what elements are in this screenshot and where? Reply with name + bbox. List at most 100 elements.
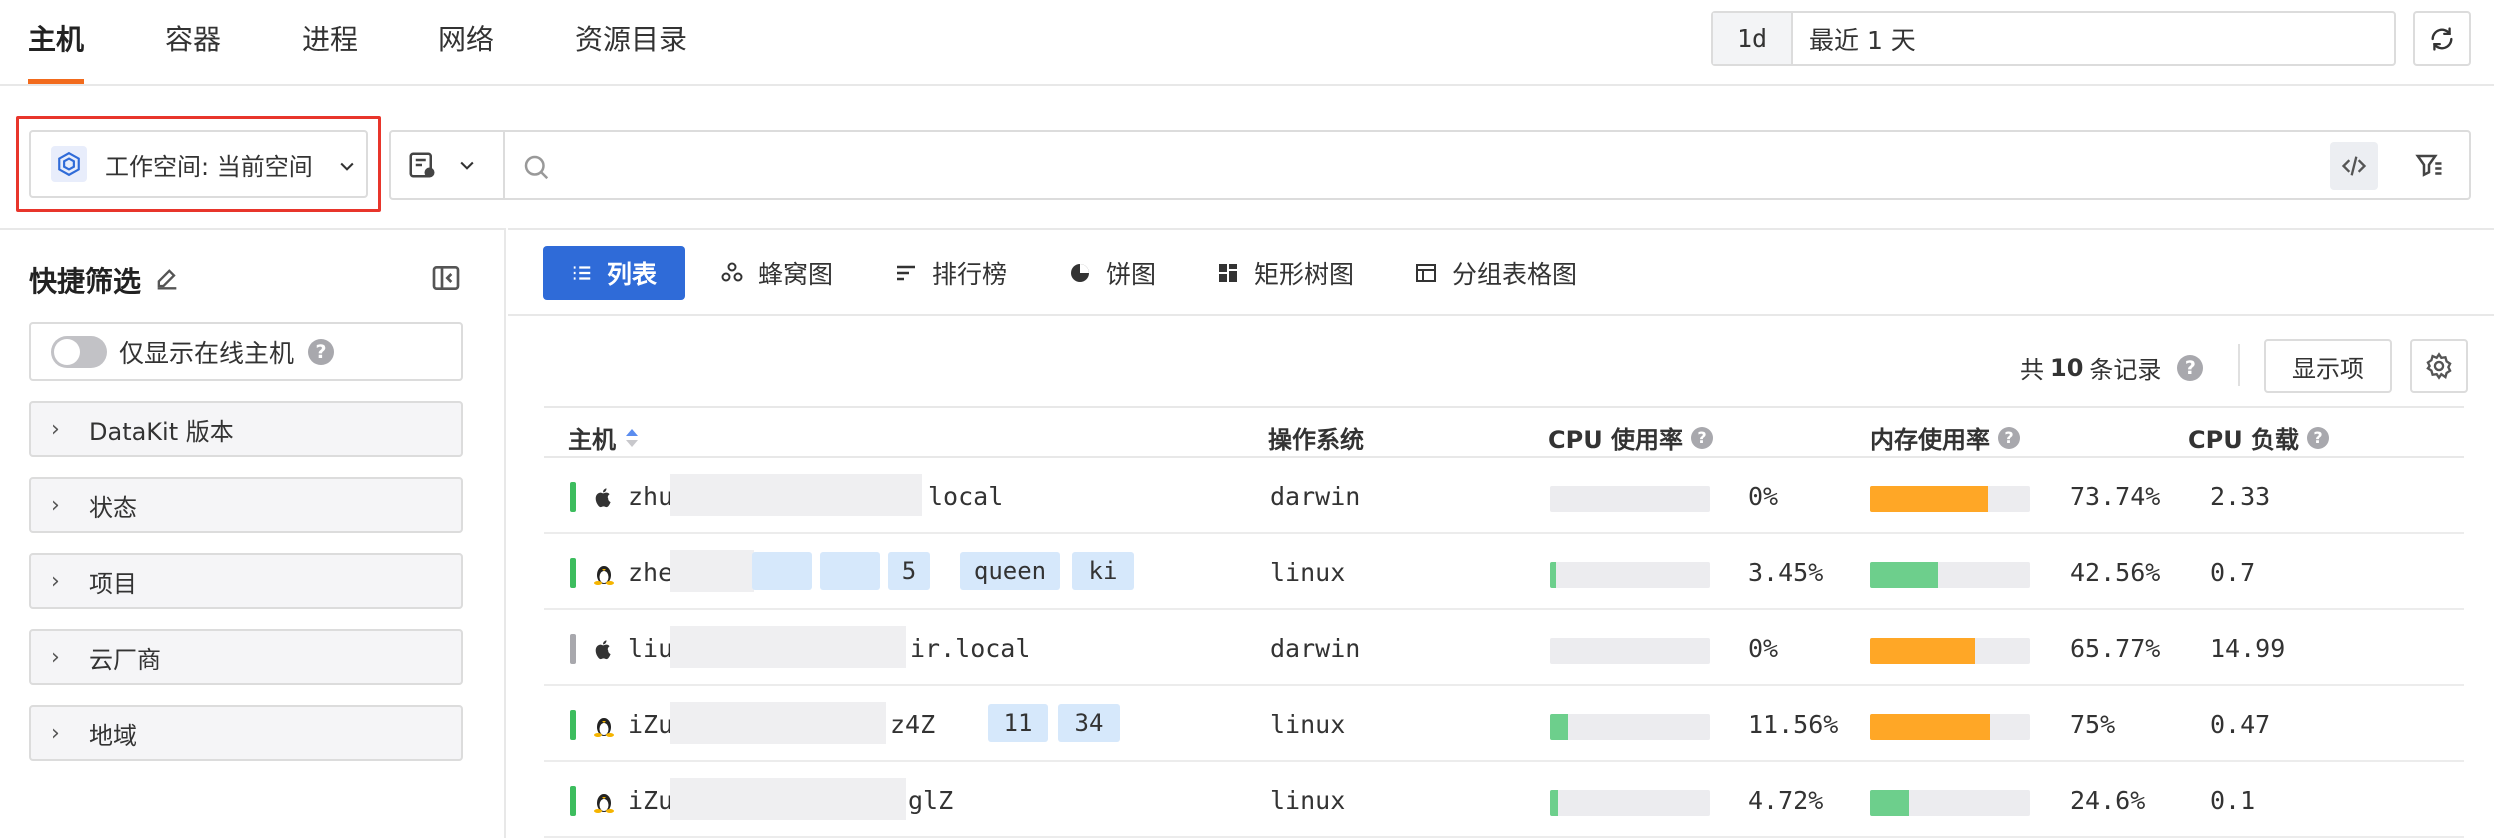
host-tag[interactable]: 34 bbox=[1058, 704, 1120, 742]
chevron-right-icon: › bbox=[51, 492, 60, 518]
host-tag[interactable]: 5 bbox=[888, 552, 930, 590]
view-tabs: 列表 蜂窝图 排行榜 饼图 矩形树图 分组表格图 bbox=[508, 228, 2494, 316]
refresh-icon bbox=[2431, 26, 2453, 51]
host-tag[interactable]: ki bbox=[1072, 552, 1134, 590]
help-icon[interactable]: ? bbox=[1998, 426, 2020, 449]
column-mem-usage[interactable]: 内存使用率 ? bbox=[1870, 420, 2020, 455]
apple-icon bbox=[592, 636, 616, 662]
column-cpu-usage[interactable]: CPU 使用率 ? bbox=[1548, 420, 1714, 455]
view-tab-honeycomb[interactable]: 蜂窝图 bbox=[720, 246, 833, 300]
host-name-prefix[interactable]: iZu bbox=[628, 710, 673, 739]
host-name-suffix[interactable]: ir.local bbox=[910, 634, 1030, 663]
table-row[interactable]: zhe 5 queen ki linux 3.45% 42.56% 0.7 bbox=[544, 534, 2464, 610]
view-tab-group-table[interactable]: 分组表格图 bbox=[1414, 246, 1577, 300]
summary-prefix: 共 bbox=[2020, 356, 2044, 384]
mem-usage-value: 42.56% bbox=[2070, 558, 2161, 587]
gear-icon bbox=[2426, 352, 2452, 380]
tab-resource-catalog[interactable]: 资源目录 bbox=[575, 18, 687, 84]
help-icon[interactable]: ? bbox=[1691, 426, 1714, 449]
cpu-usage-value: 0% bbox=[1748, 634, 1779, 663]
view-tab-label: 蜂窝图 bbox=[758, 260, 834, 289]
online-only-toggle[interactable] bbox=[51, 335, 107, 368]
tab-network[interactable]: 网络 bbox=[438, 18, 494, 84]
settings-button[interactable] bbox=[2410, 339, 2468, 393]
mem-usage-value: 75% bbox=[2070, 710, 2116, 739]
view-tab-treemap[interactable]: 矩形树图 bbox=[1216, 246, 1354, 300]
host-tag[interactable]: queen bbox=[960, 552, 1060, 590]
mem-usage-fill bbox=[1870, 714, 1990, 740]
query-doc-icon bbox=[409, 152, 435, 178]
table-row[interactable]: iZu z4Z 11 34 linux 11.56% 75% 0.47 bbox=[544, 686, 2464, 762]
filter-group-status[interactable]: › 状态 bbox=[29, 477, 463, 533]
view-tab-ranking[interactable]: 排行榜 bbox=[894, 246, 1007, 300]
saved-query-dropdown[interactable] bbox=[407, 146, 493, 186]
collapse-sidebar-button[interactable] bbox=[428, 260, 464, 296]
column-host[interactable]: 主机 bbox=[568, 420, 640, 455]
host-name-prefix[interactable]: liu bbox=[628, 634, 673, 663]
search-input[interactable] bbox=[561, 144, 2181, 188]
redacted-mask bbox=[670, 778, 906, 820]
os-value: darwin bbox=[1270, 482, 1361, 511]
host-tag[interactable]: 11 bbox=[988, 704, 1048, 742]
tab-container[interactable]: 容器 bbox=[165, 18, 221, 84]
linux-icon bbox=[592, 712, 616, 738]
cpu-usage-bar bbox=[1550, 486, 1710, 512]
host-name-prefix[interactable]: zhe bbox=[628, 558, 673, 587]
column-cpu-load[interactable]: CPU 负载 ? bbox=[2188, 420, 2330, 455]
mem-usage-bar bbox=[1870, 562, 2030, 588]
time-range-picker[interactable]: 1d 最近 1 天 bbox=[1711, 11, 2396, 66]
filter-group-datakit-version[interactable]: › DataKit 版本 bbox=[29, 401, 463, 457]
cpu-usage-fill bbox=[1550, 790, 1558, 816]
help-icon[interactable]: ? bbox=[2307, 426, 2330, 449]
linux-icon bbox=[592, 788, 616, 814]
search-bar bbox=[389, 130, 2471, 200]
filter-group-cloud-provider[interactable]: › 云厂商 bbox=[29, 629, 463, 685]
advanced-filter-button[interactable] bbox=[2405, 142, 2453, 190]
honeycomb-icon bbox=[720, 261, 744, 285]
cpu-usage-value: 0% bbox=[1748, 482, 1779, 511]
host-tag[interactable] bbox=[752, 552, 812, 590]
cpu-usage-bar bbox=[1550, 562, 1710, 588]
ranking-icon bbox=[894, 261, 918, 285]
mem-usage-value: 73.74% bbox=[2070, 482, 2161, 511]
filter-group-region[interactable]: › 地域 bbox=[29, 705, 463, 761]
column-os[interactable]: 操作系统 bbox=[1268, 420, 1364, 455]
status-indicator bbox=[570, 558, 576, 588]
treemap-icon bbox=[1216, 261, 1240, 285]
filter-group-label: 状态 bbox=[89, 493, 137, 522]
mem-usage-value: 24.6% bbox=[2070, 786, 2146, 815]
view-tab-list[interactable]: 列表 bbox=[543, 246, 685, 300]
time-range-badge: 1d bbox=[1713, 13, 1793, 64]
host-name-suffix[interactable]: local bbox=[928, 482, 1003, 511]
host-name-suffix[interactable]: z4Z bbox=[890, 710, 935, 739]
host-tag[interactable] bbox=[820, 552, 880, 590]
chevron-right-icon: › bbox=[51, 568, 60, 594]
workspace-selector[interactable]: 工作空间: 当前空间 bbox=[29, 130, 368, 198]
host-name-suffix[interactable]: glZ bbox=[908, 786, 953, 815]
host-name-prefix[interactable]: zhu bbox=[628, 482, 673, 511]
os-value: linux bbox=[1270, 710, 1346, 739]
online-only-label: 仅显示在线主机 bbox=[119, 338, 295, 368]
filter-group-label: 项目 bbox=[89, 569, 137, 598]
record-count: 10 bbox=[2050, 353, 2084, 382]
filter-group-project[interactable]: › 项目 bbox=[29, 553, 463, 609]
os-value: darwin bbox=[1270, 634, 1361, 663]
help-icon[interactable]: ? bbox=[308, 338, 335, 365]
host-name-prefix[interactable]: iZu bbox=[628, 786, 673, 815]
table-row[interactable]: liu ir.local darwin 0% 65.77% 14.99 bbox=[544, 610, 2464, 686]
refresh-button[interactable] bbox=[2413, 11, 2471, 66]
cpu-usage-value: 11.56% bbox=[1748, 710, 1839, 739]
table-row[interactable]: zhu local darwin 0% 73.74% 2.33 bbox=[544, 458, 2464, 534]
view-tab-pie[interactable]: 饼图 bbox=[1068, 246, 1156, 300]
help-icon[interactable]: ? bbox=[2177, 354, 2204, 381]
code-mode-button[interactable] bbox=[2330, 142, 2378, 190]
tab-process[interactable]: 进程 bbox=[302, 18, 358, 84]
redacted-mask bbox=[670, 626, 906, 668]
table-row[interactable]: iZu glZ linux 4.72% 24.6% 0.1 bbox=[544, 762, 2464, 838]
status-indicator bbox=[570, 786, 576, 816]
edit-icon[interactable] bbox=[153, 265, 181, 293]
display-columns-button[interactable]: 显示项 bbox=[2264, 339, 2392, 393]
apple-icon bbox=[592, 484, 616, 510]
tab-host[interactable]: 主机 bbox=[28, 18, 85, 84]
sort-icon[interactable] bbox=[624, 427, 640, 449]
